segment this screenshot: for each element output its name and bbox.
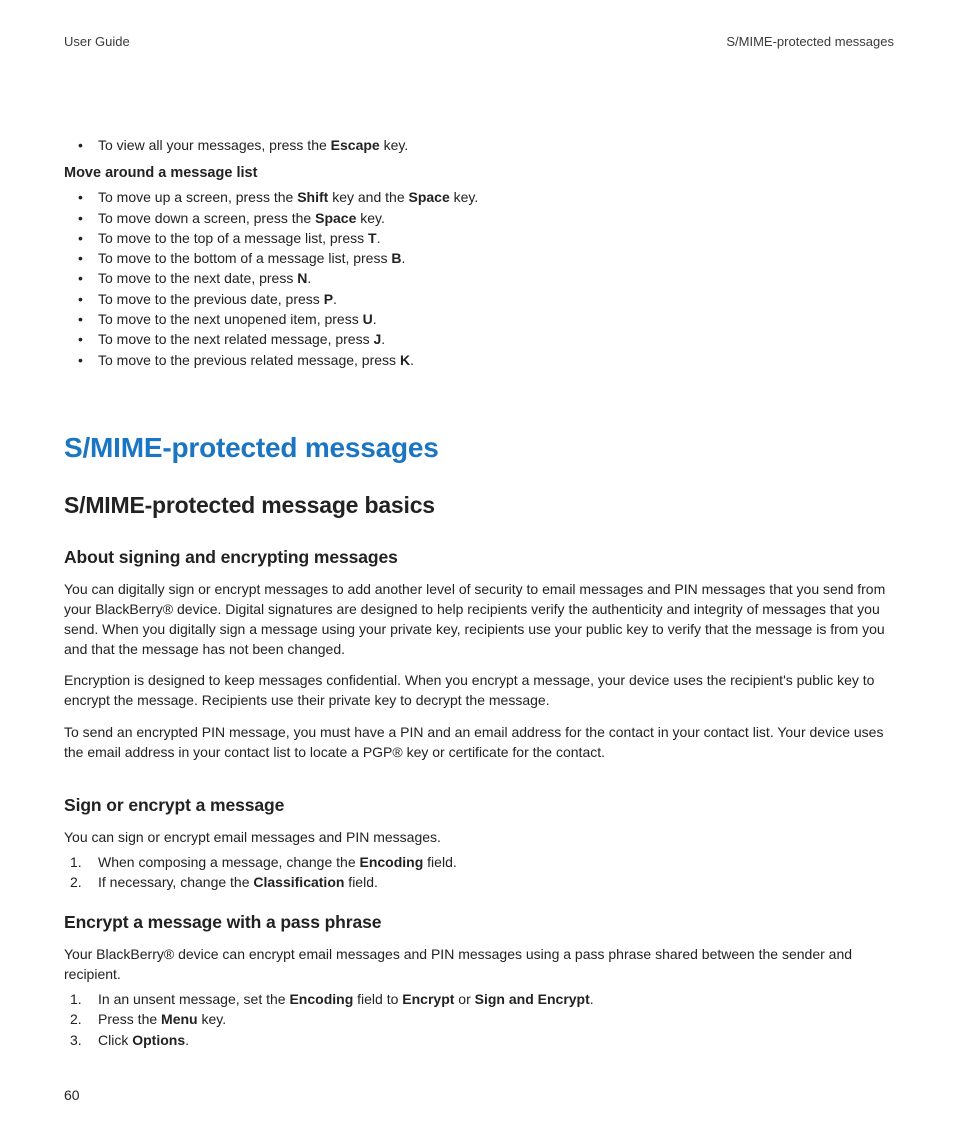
intro-text: You can sign or encrypt email messages a… [64,828,894,848]
key-name: T [368,230,377,246]
list-item: To view all your messages, press the Esc… [84,135,894,155]
list-item: To move down a screen, press the Space k… [84,208,894,228]
move-around-heading: Move around a message list [64,165,894,181]
text: Click [98,1032,132,1048]
section-heading-black: S/MIME-protected message basics [64,492,894,519]
text: To move to the bottom of a message list,… [98,250,391,266]
key-name: Classification [253,874,344,890]
text: field to [353,991,402,1007]
text: To move to the next unopened item, press [98,311,363,327]
text: . [401,250,405,266]
text: . [377,230,381,246]
key-name: Space [315,210,356,226]
step-item: Press the Menu key. [84,1009,894,1029]
text: key. [380,137,409,153]
subsection-heading: Sign or encrypt a message [64,795,894,816]
key-name: Encoding [360,854,424,870]
text: . [307,270,311,286]
list-item: To move up a screen, press the Shift key… [84,187,894,207]
text: To move to the next related message, pre… [98,331,373,347]
text: In an unsent message, set the [98,991,289,1007]
key-name: N [297,270,307,286]
key-name: Shift [297,189,328,205]
subsection-heading: About signing and encrypting messages [64,547,894,568]
top-bullet-list: To view all your messages, press the Esc… [64,135,894,155]
key-name: Sign and Encrypt [475,991,590,1007]
key-name: B [391,250,401,266]
page-header: User Guide S/MIME-protected messages [64,34,894,49]
paragraph: To send an encrypted PIN message, you mu… [64,723,894,763]
text: or [454,991,474,1007]
move-around-list: To move up a screen, press the Shift key… [64,187,894,370]
text: To move to the previous date, press [98,291,324,307]
key-name: P [324,291,333,307]
intro-text: Your BlackBerry® device can encrypt emai… [64,945,894,985]
paragraph: Encryption is designed to keep messages … [64,671,894,711]
step-item: When composing a message, change the Enc… [84,852,894,872]
text: field. [344,874,377,890]
text: . [590,991,594,1007]
text: To move to the previous related message,… [98,352,400,368]
text: When composing a message, change the [98,854,360,870]
text: key. [450,189,479,205]
text: . [373,311,377,327]
header-right: S/MIME-protected messages [726,34,894,49]
step-item: In an unsent message, set the Encoding f… [84,989,894,1009]
text: key. [356,210,385,226]
text: To move to the top of a message list, pr… [98,230,368,246]
text: If necessary, change the [98,874,253,890]
list-item: To move to the next related message, pre… [84,329,894,349]
key-name: Space [409,189,450,205]
page-number: 60 [64,1087,80,1103]
key-name: Escape [331,137,380,153]
steps-list: In an unsent message, set the Encoding f… [64,989,894,1050]
step-item: Click Options. [84,1030,894,1050]
key-name: K [400,352,410,368]
key-name: Menu [161,1011,198,1027]
text: To move to the next date, press [98,270,297,286]
list-item: To move to the next unopened item, press… [84,309,894,329]
text: key and the [328,189,408,205]
key-name: Encrypt [402,991,454,1007]
paragraph: You can digitally sign or encrypt messag… [64,580,894,660]
text: . [410,352,414,368]
text: Press the [98,1011,161,1027]
list-item: To move to the previous date, press P. [84,289,894,309]
key-name: U [363,311,373,327]
list-item: To move to the top of a message list, pr… [84,228,894,248]
text: . [333,291,337,307]
subsection-heading: Encrypt a message with a pass phrase [64,912,894,933]
key-name: Encoding [289,991,353,1007]
section-heading-blue: S/MIME-protected messages [64,432,894,464]
text: key. [198,1011,227,1027]
text: field. [423,854,456,870]
text: To view all your messages, press the [98,137,331,153]
list-item: To move to the next date, press N. [84,268,894,288]
text: . [381,331,385,347]
key-name: Options [132,1032,185,1048]
text: To move up a screen, press the [98,189,297,205]
text: . [185,1032,189,1048]
step-item: If necessary, change the Classification … [84,872,894,892]
list-item: To move to the previous related message,… [84,350,894,370]
document-page: User Guide S/MIME-protected messages To … [0,0,954,1050]
steps-list: When composing a message, change the Enc… [64,852,894,893]
list-item: To move to the bottom of a message list,… [84,248,894,268]
text: To move down a screen, press the [98,210,315,226]
header-left: User Guide [64,34,130,49]
